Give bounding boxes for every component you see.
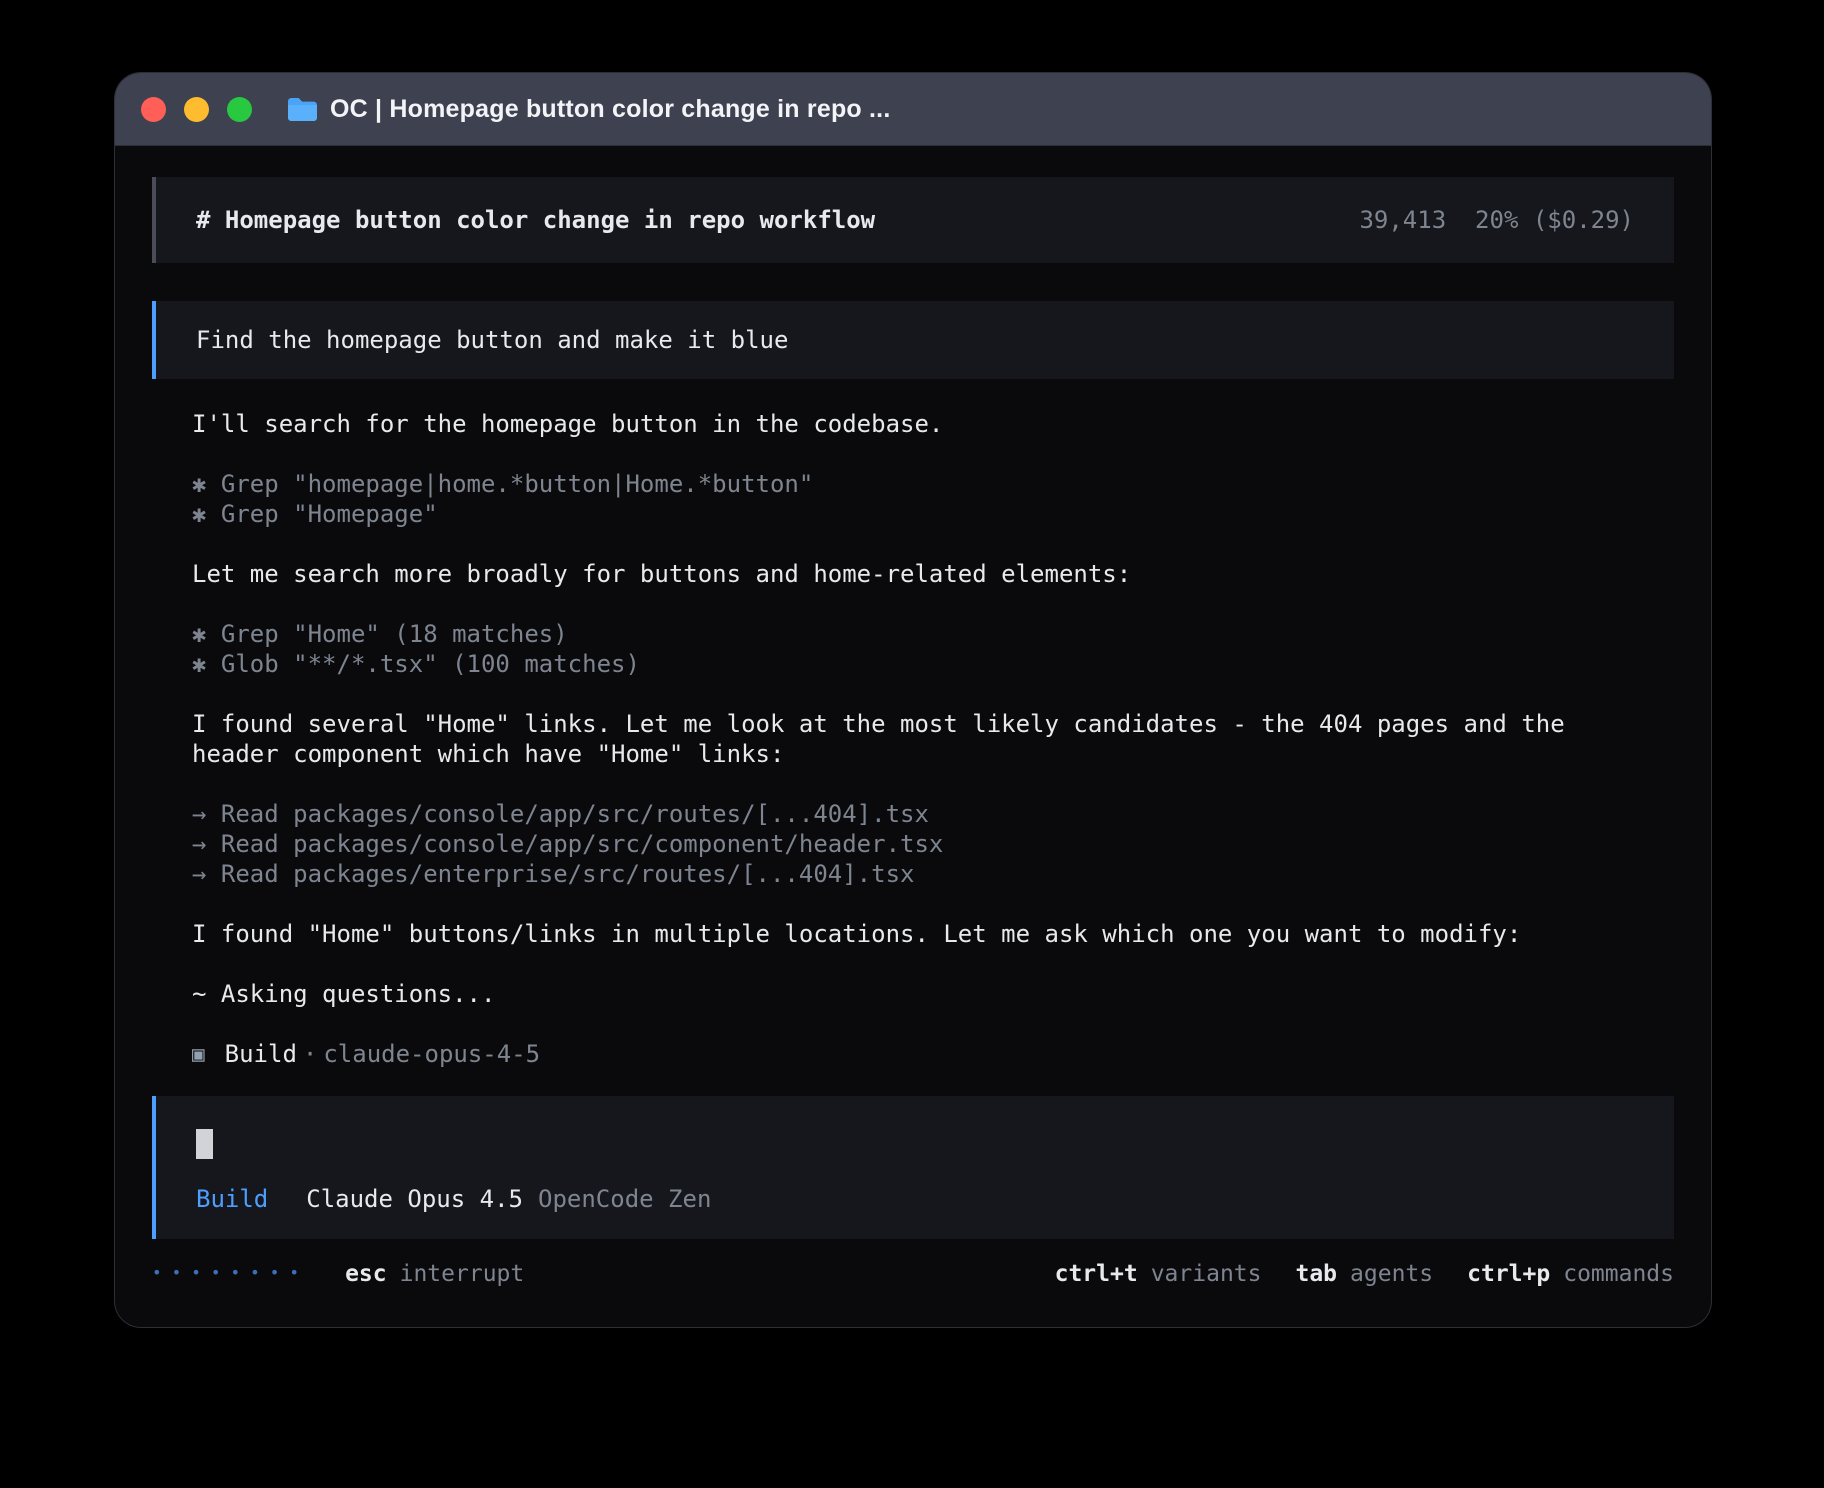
shortcut-key-ctrl-t: ctrl+t bbox=[1055, 1261, 1138, 1287]
shortcut-key-ctrl-p: ctrl+p bbox=[1467, 1261, 1550, 1287]
session-title: # Homepage button color change in repo w… bbox=[196, 206, 875, 234]
shortcut-agents: tab agents bbox=[1295, 1261, 1433, 1287]
text-cursor bbox=[196, 1129, 213, 1159]
shortcut-label-agents: agents bbox=[1350, 1261, 1433, 1287]
input-meta: Build Claude Opus 4.5 OpenCode Zen bbox=[196, 1185, 1634, 1213]
conversation: I'll search for the homepage button in t… bbox=[152, 409, 1674, 1069]
traffic-lights bbox=[141, 97, 252, 122]
assistant-text: I'll search for the homepage button in t… bbox=[192, 409, 1614, 439]
shortcut-key-esc: esc bbox=[345, 1261, 387, 1287]
tool-call-grep[interactable]: ✱ Grep "Home" (18 matches) bbox=[192, 619, 1614, 649]
shortcut-label-commands: commands bbox=[1563, 1261, 1674, 1287]
assistant-paragraph: I'll search for the homepage button in t… bbox=[192, 409, 1614, 439]
assistant-text: I found "Home" buttons/links in multiple… bbox=[192, 919, 1614, 949]
tool-call-grep[interactable]: ✱ Grep "Homepage" bbox=[192, 499, 1614, 529]
terminal-content: # Homepage button color change in repo w… bbox=[115, 146, 1711, 1327]
status-bar: •••••••• esc interrupt ctrl+t variants t… bbox=[152, 1261, 1674, 1287]
window-title-group: OC | Homepage button color change in rep… bbox=[286, 95, 890, 124]
user-message: Find the homepage button and make it blu… bbox=[152, 301, 1674, 379]
session-header: # Homepage button color change in repo w… bbox=[152, 177, 1674, 263]
status-bar-right: ctrl+t variants tab agents ctrl+p comman… bbox=[1021, 1261, 1674, 1287]
flex-spacer bbox=[152, 1069, 1674, 1096]
folder-icon bbox=[286, 96, 317, 123]
agent-status-line: ▣ Build · claude-opus-4-5 bbox=[192, 1039, 1614, 1069]
shortcut-key-tab: tab bbox=[1295, 1261, 1337, 1287]
shortcut-commands: ctrl+p commands bbox=[1467, 1261, 1674, 1287]
shortcut-label-variants: variants bbox=[1151, 1261, 1262, 1287]
user-message-text: Find the homepage button and make it blu… bbox=[196, 326, 788, 354]
agent-icon: ▣ bbox=[192, 1039, 205, 1069]
tool-call-group: ✱ Grep "Home" (18 matches) ✱ Glob "**/*.… bbox=[192, 619, 1614, 679]
shortcut-label-interrupt: interrupt bbox=[400, 1261, 525, 1287]
close-button[interactable] bbox=[141, 97, 166, 122]
spinner-dots: •••••••• bbox=[152, 1263, 309, 1282]
agent-name: Build bbox=[225, 1039, 297, 1069]
assistant-paragraph: Let me search more broadly for buttons a… bbox=[192, 559, 1614, 589]
terminal-window: OC | Homepage button color change in rep… bbox=[115, 73, 1711, 1327]
input-provider-label: OpenCode Zen bbox=[538, 1185, 711, 1213]
input-model-label[interactable]: Claude Opus 4.5 bbox=[306, 1185, 523, 1213]
assistant-text: I found several "Home" links. Let me loo… bbox=[192, 709, 1614, 769]
tool-call-group: ✱ Grep "homepage|home.*button|Home.*butt… bbox=[192, 469, 1614, 529]
status-paragraph: ~ Asking questions... bbox=[192, 979, 1614, 1009]
input-mode-label[interactable]: Build bbox=[196, 1185, 268, 1213]
agent-model: claude-opus-4-5 bbox=[323, 1039, 540, 1069]
assistant-paragraph: I found several "Home" links. Let me loo… bbox=[192, 709, 1614, 769]
prompt-input[interactable]: Build Claude Opus 4.5 OpenCode Zen bbox=[152, 1096, 1674, 1239]
window-title: OC | Homepage button color change in rep… bbox=[330, 95, 890, 124]
tool-call-grep[interactable]: ✱ Grep "homepage|home.*button|Home.*butt… bbox=[192, 469, 1614, 499]
minimize-button[interactable] bbox=[184, 97, 209, 122]
titlebar[interactable]: OC | Homepage button color change in rep… bbox=[115, 73, 1711, 146]
assistant-text: Let me search more broadly for buttons a… bbox=[192, 559, 1614, 589]
asking-questions-status: ~ Asking questions... bbox=[192, 979, 1614, 1009]
shortcut-variants: ctrl+t variants bbox=[1055, 1261, 1262, 1287]
tool-call-read[interactable]: → Read packages/console/app/src/componen… bbox=[192, 829, 1614, 859]
tool-call-group: → Read packages/console/app/src/routes/[… bbox=[192, 799, 1614, 889]
tool-call-glob[interactable]: ✱ Glob "**/*.tsx" (100 matches) bbox=[192, 649, 1614, 679]
tool-call-read[interactable]: → Read packages/enterprise/src/routes/[.… bbox=[192, 859, 1614, 889]
tool-call-read[interactable]: → Read packages/console/app/src/routes/[… bbox=[192, 799, 1614, 829]
zoom-button[interactable] bbox=[227, 97, 252, 122]
agent-separator: · bbox=[303, 1039, 317, 1069]
assistant-paragraph: I found "Home" buttons/links in multiple… bbox=[192, 919, 1614, 949]
session-stats: 39,413 20% ($0.29) bbox=[1359, 206, 1634, 234]
